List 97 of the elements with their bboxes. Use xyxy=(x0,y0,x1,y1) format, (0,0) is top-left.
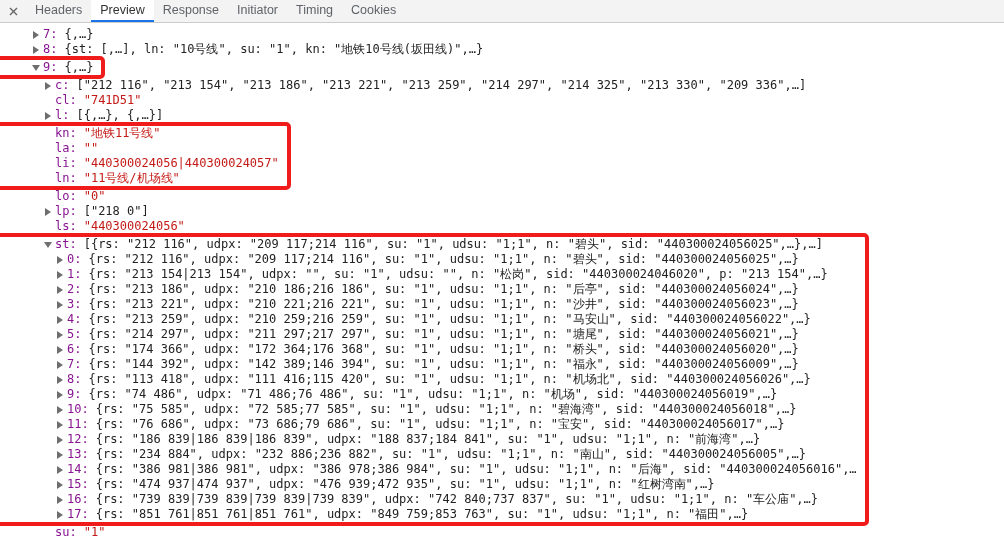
caret-right-icon[interactable] xyxy=(56,360,64,369)
property-key: su: xyxy=(55,525,77,540)
property-key: ls: xyxy=(55,219,77,234)
property-key: 8: xyxy=(43,42,58,57)
property-key: lp: xyxy=(55,204,77,219)
caret-right-icon[interactable] xyxy=(32,30,40,39)
caret-right-icon[interactable] xyxy=(56,270,64,279)
property-value: {rs: "213 221", udpx: "210 221;216 221", su: "1", udsu: "1;1", n: "沙井", sid: "440300024056023",…} xyxy=(88,297,799,312)
property-key: 14: xyxy=(67,462,89,477)
property-key: kn: xyxy=(55,126,77,141)
property-key: st: xyxy=(55,237,77,252)
property-key: 9: xyxy=(43,60,58,75)
property-value: "1" xyxy=(83,525,106,540)
property-value: "" xyxy=(83,141,99,156)
property-key: 17: xyxy=(67,507,89,522)
property-value: ["212 116", "213 154", "213 186", "213 221", "213 259", "214 297", "214 325", "213 330", "209 336",…] xyxy=(76,78,807,93)
property-value: {rs: "212 116", udpx: "209 117;214 116", su: "1", udsu: "1;1", n: "碧头", sid: "440300024056025",…} xyxy=(88,252,799,267)
caret-down-icon[interactable] xyxy=(44,240,52,249)
property-value: {,…} xyxy=(64,60,94,75)
property-value: "0" xyxy=(83,189,106,204)
property-value: "11号线/机场线" xyxy=(83,171,180,186)
caret-right-icon[interactable] xyxy=(56,405,64,414)
property-value: {rs: "76 686", udpx: "73 686;79 686", su: "1", udsu: "1;1", n: "宝安", sid: "440300024056017",…} xyxy=(95,417,785,432)
caret-right-icon[interactable] xyxy=(44,111,52,120)
tab[interactable]: Response xyxy=(153,0,228,22)
caret-right-icon[interactable] xyxy=(56,255,64,264)
property-key: 9: xyxy=(67,387,82,402)
property-value: "440300024056" xyxy=(83,219,185,234)
property-value: {rs: "213 186", udpx: "210 186;216 186", su: "1", udsu: "1;1", n: "后亭", sid: "440300024056024",…} xyxy=(88,282,799,297)
caret-right-icon[interactable] xyxy=(56,435,64,444)
property-key: 12: xyxy=(67,432,89,447)
property-key: 7: xyxy=(67,357,82,372)
property-key: lo: xyxy=(55,189,77,204)
property-key: ln: xyxy=(55,171,77,186)
property-key: 4: xyxy=(67,312,82,327)
property-value: {rs: "234 884", udpx: "232 886;236 882", su: "1", udsu: "1;1", n: "南山", sid: "440300024056005",…} xyxy=(95,447,807,462)
caret-right-icon[interactable] xyxy=(44,81,52,90)
property-key: c: xyxy=(55,78,70,93)
property-value: {rs: "213 259", udpx: "210 259;216 259", su: "1", udsu: "1;1", n: "马安山", sid: "440300024056022",…} xyxy=(88,312,811,327)
property-value: {rs: "386 981|386 981", udpx: "386 978;386 984", su: "1", udsu: "1;1", n: "后海", sid: "440300024056016",… xyxy=(95,462,857,477)
tab[interactable]: Initiator xyxy=(228,0,287,22)
caret-right-icon[interactable] xyxy=(56,315,64,324)
property-value: ["218 0"] xyxy=(83,204,149,219)
property-key: 7: xyxy=(43,27,58,42)
property-key: 11: xyxy=(67,417,89,432)
caret-right-icon[interactable] xyxy=(56,495,64,504)
property-value: {rs: "851 761|851 761|851 761", udpx: "849 759;853 763", su: "1", udsu: "1;1", n: "福田",…} xyxy=(95,507,749,522)
tab[interactable]: Headers xyxy=(26,0,92,22)
tab[interactable]: Timing xyxy=(287,0,343,22)
caret-right-icon[interactable] xyxy=(56,285,64,294)
caret-right-icon[interactable] xyxy=(56,390,64,399)
property-key: 10: xyxy=(67,402,89,417)
property-key: 6: xyxy=(67,342,82,357)
caret-right-icon[interactable] xyxy=(56,330,64,339)
property-value: {rs: "186 839|186 839|186 839", udpx: "188 837;184 841", su: "1", udsu: "1;1", n: "前海湾",…} xyxy=(95,432,761,447)
property-key: la: xyxy=(55,141,77,156)
property-key: 2: xyxy=(67,282,82,297)
property-value: {rs: "174 366", udpx: "172 364;176 368", su: "1", udsu: "1;1", n: "桥头", sid: "440300024056020",…} xyxy=(88,342,799,357)
property-key: l: xyxy=(55,108,70,123)
caret-right-icon[interactable] xyxy=(32,45,40,54)
caret-right-icon[interactable] xyxy=(56,465,64,474)
caret-right-icon[interactable] xyxy=(56,450,64,459)
property-value: {rs: "113 418", udpx: "111 416;115 420", su: "1", udsu: "1;1", n: "机场北", sid: "440300024056026",…} xyxy=(88,372,811,387)
property-value: {rs: "75 585", udpx: "72 585;77 585", su: "1", udsu: "1;1", n: "碧海湾", sid: "440300024056018",…} xyxy=(95,402,797,417)
property-key: 1: xyxy=(67,267,82,282)
tab[interactable]: Preview xyxy=(91,0,154,22)
property-value: {,…} xyxy=(64,27,94,42)
property-value: "地铁11号线" xyxy=(83,126,161,141)
caret-right-icon[interactable] xyxy=(56,345,64,354)
property-value: "440300024056|440300024057" xyxy=(83,156,279,171)
property-key: 15: xyxy=(67,477,89,492)
property-value: {rs: "474 937|474 937", udpx: "476 939;472 935", su: "1", udsu: "1;1", n: "红树湾南",…} xyxy=(95,477,715,492)
property-key: 5: xyxy=(67,327,82,342)
property-value: {rs: "213 154|213 154", udpx: "", su: "1", udsu: "", n: "松岗", sid: "440300024046020", p: "213 154",…} xyxy=(88,267,828,282)
property-key: 0: xyxy=(67,252,82,267)
property-value: [{,…}, {,…}] xyxy=(76,108,164,123)
property-value: {rs: "74 486", udpx: "71 486;76 486", su: "1", udsu: "1;1", n: "机场", sid: "440300024056019",…} xyxy=(88,387,778,402)
property-key: cl: xyxy=(55,93,77,108)
caret-right-icon[interactable] xyxy=(56,420,64,429)
caret-right-icon[interactable] xyxy=(56,510,64,519)
property-key: li: xyxy=(55,156,77,171)
property-value: [{rs: "212 116", udpx: "209 117;214 116", su: "1", udsu: "1;1", n: "碧头", sid: "440300024056025",…},…] xyxy=(83,237,823,252)
caret-right-icon[interactable] xyxy=(56,375,64,384)
property-key: 3: xyxy=(67,297,82,312)
tab[interactable]: Cookies xyxy=(342,0,406,22)
caret-right-icon[interactable] xyxy=(56,300,64,309)
property-key: 8: xyxy=(67,372,82,387)
property-value: {rs: "739 839|739 839|739 839|739 839", udpx: "742 840;737 837", su: "1", udsu: "1;1", n: "车公庙",…} xyxy=(95,492,819,507)
property-value: {rs: "144 392", udpx: "142 389;146 394", su: "1", udsu: "1;1", n: "福永", sid: "440300024056009",…} xyxy=(88,357,799,372)
caret-right-icon[interactable] xyxy=(44,207,52,216)
property-key: 16: xyxy=(67,492,89,507)
property-value: {rs: "214 297", udpx: "211 297;217 297", su: "1", udsu: "1;1", n: "塘尾", sid: "440300024056021",…} xyxy=(88,327,799,342)
caret-right-icon[interactable] xyxy=(56,480,64,489)
caret-down-icon[interactable] xyxy=(32,63,40,72)
property-value: {st: [,…], ln: "10号线", su: "1", kn: "地铁10号线(坂田线)",…} xyxy=(64,42,484,57)
property-value: "741D51" xyxy=(83,93,142,108)
property-key: 13: xyxy=(67,447,89,462)
